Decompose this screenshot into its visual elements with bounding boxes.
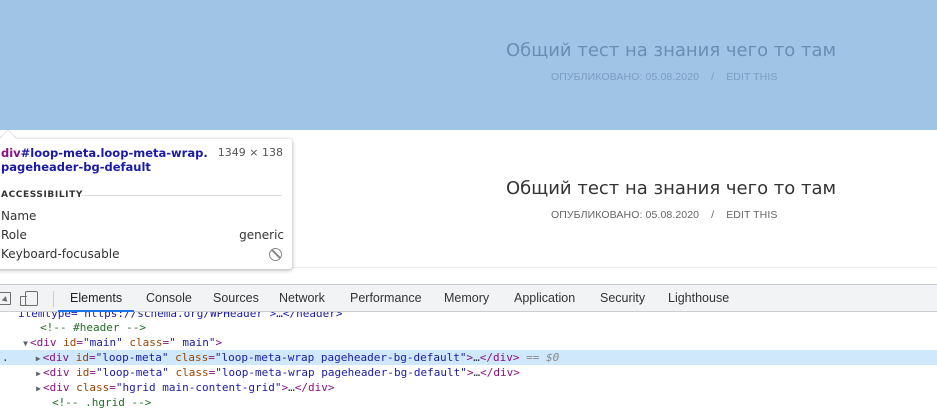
tooltip-selector: div#loop-meta.loop-meta-wrap.pageheader-… bbox=[1, 146, 213, 174]
tab-lighthouse[interactable]: Lighthouse bbox=[668, 285, 729, 312]
devtools-panel: Elements Console Sources Network Perform… bbox=[0, 284, 937, 414]
html-comment: <!-- #header --> bbox=[40, 321, 146, 334]
element-highlight-overlay bbox=[0, 0, 937, 130]
dom-node-line[interactable]: ▶ <div class="hgrid main-content-grid">…<… bbox=[0, 380, 937, 395]
selected-dom-node[interactable]: . ▶ <div id="loop-meta" class="loop-meta-w… bbox=[0, 350, 937, 365]
a11y-row-role: Role generic bbox=[1, 228, 284, 245]
elements-tree: itemtype="https://schema.org/WPHeader">…… bbox=[0, 312, 937, 414]
accessibility-section-title: ACCESSIBILITY bbox=[1, 190, 83, 200]
hero-page-title: Общий тест на знания чего то там bbox=[506, 40, 837, 61]
tab-security[interactable]: Security bbox=[600, 285, 645, 312]
code-text: itemtype="https://schema.org/WPHeader">…… bbox=[18, 312, 343, 320]
device-toolbar-icon[interactable] bbox=[20, 291, 38, 306]
meta-separator: / bbox=[711, 209, 715, 221]
published-date: 05.08.2020 bbox=[645, 209, 700, 221]
dom-node-line[interactable]: <!-- #header --> bbox=[0, 320, 937, 335]
dom-node-line[interactable]: <!-- .hgrid --> bbox=[0, 395, 937, 410]
html-comment: <!-- .hgrid --> bbox=[52, 396, 152, 409]
inspect-element-icon[interactable] bbox=[0, 292, 11, 305]
hero-entry-meta: ОПУБЛИКОВАНО: 05.08.2020 / EDIT THIS bbox=[551, 71, 777, 83]
a11y-label: Role bbox=[1, 228, 27, 242]
tab-memory[interactable]: Memory bbox=[444, 285, 489, 312]
not-allowed-icon bbox=[269, 248, 282, 261]
selector-tag: div bbox=[1, 146, 21, 160]
collapsed-triangle-icon[interactable]: ▶ bbox=[0, 366, 43, 381]
edit-this-link[interactable]: EDIT THIS bbox=[726, 71, 777, 83]
a11y-label: Name bbox=[1, 209, 37, 223]
toolbar-separator bbox=[53, 291, 54, 307]
expanded-triangle-icon[interactable]: ▼ bbox=[0, 336, 30, 351]
selected-marker: == $0 bbox=[526, 351, 560, 364]
inspect-tooltip: div#loop-meta.loop-meta-wrap.pageheader-… bbox=[0, 130, 292, 269]
published-label: ОПУБЛИКОВАНО: bbox=[551, 209, 643, 221]
tab-network[interactable]: Network bbox=[279, 285, 325, 312]
meta-separator: / bbox=[711, 71, 715, 83]
tab-console[interactable]: Console bbox=[146, 285, 192, 312]
dom-node-line[interactable]: ▶ <div id="loop-meta" class="loop-meta-wr… bbox=[0, 365, 937, 380]
tab-application[interactable]: Application bbox=[514, 285, 575, 312]
published-date: 05.08.2020 bbox=[645, 71, 700, 83]
tooltip-arrow bbox=[0, 130, 17, 148]
devtools-toolbar: Elements Console Sources Network Perform… bbox=[0, 285, 937, 312]
collapsed-triangle-icon[interactable]: ▶ bbox=[0, 381, 43, 396]
page-title: Общий тест на знания чего то там bbox=[506, 178, 837, 199]
collapsed-triangle-icon[interactable]: ▶ bbox=[9, 351, 43, 366]
a11y-row-keyboard-focusable: Keyboard-focusable bbox=[1, 247, 284, 264]
edit-this-link[interactable]: EDIT THIS bbox=[726, 209, 777, 221]
published-label: ОПУБЛИКОВАНО: bbox=[551, 71, 643, 83]
a11y-label: Keyboard-focusable bbox=[1, 247, 120, 261]
section-divider bbox=[82, 195, 282, 196]
tab-performance[interactable]: Performance bbox=[350, 285, 422, 312]
selector-id-classes: #loop-meta.loop-meta-wrap.pageheader-bg-… bbox=[1, 146, 208, 174]
tooltip-dimensions: 1349 × 138 bbox=[217, 146, 283, 159]
tab-elements[interactable]: Elements bbox=[57, 285, 135, 312]
dom-node-line[interactable]: ▼ <div id="main" class=" main"> bbox=[0, 335, 937, 350]
entry-meta: ОПУБЛИКОВАНО: 05.08.2020 / EDIT THIS bbox=[551, 209, 777, 221]
a11y-value: generic bbox=[239, 228, 284, 242]
tab-sources[interactable]: Sources bbox=[213, 285, 259, 312]
a11y-row-name: Name bbox=[1, 209, 284, 226]
